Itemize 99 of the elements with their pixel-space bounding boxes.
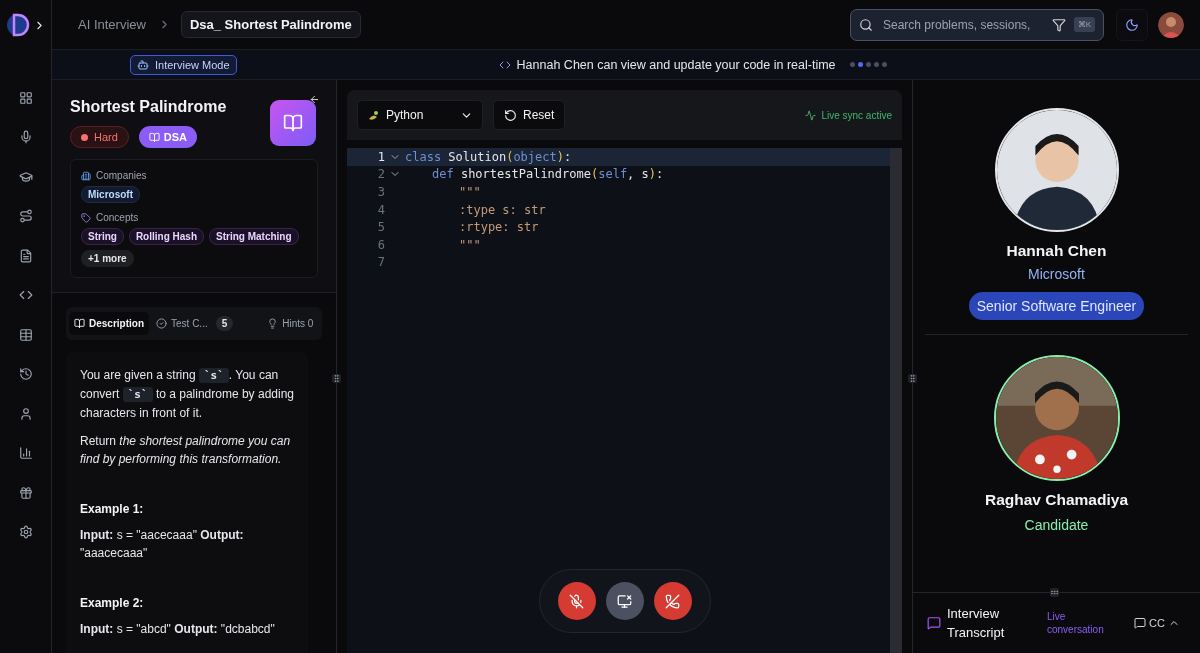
companies-label: Companies — [96, 170, 147, 181]
sync-banner-text: Hannah Chen can view and update your code in real-time — [516, 57, 836, 72]
code-line: """ — [459, 185, 481, 199]
participant-name: Raghav Chamadiya — [985, 491, 1128, 509]
chat-icon — [927, 616, 941, 630]
participant-company: Microsoft — [1028, 266, 1085, 282]
code-line: class Solution(object): — [405, 149, 572, 164]
page-dot[interactable] — [849, 62, 855, 67]
page-dot[interactable] — [865, 62, 871, 67]
example-heading: Example 2: — [80, 596, 145, 610]
gift-icon[interactable] — [18, 485, 33, 500]
table-icon[interactable] — [18, 327, 33, 342]
language-select[interactable]: Python — [357, 100, 483, 130]
logo-icon[interactable] — [5, 12, 31, 38]
scrollbar[interactable] — [890, 148, 902, 653]
tab[interactable]: Description — [69, 312, 149, 335]
more-tags-button[interactable]: +1 more — [81, 250, 134, 267]
breadcrumb-link[interactable]: AI Interview — [78, 17, 146, 32]
shortcut-hint: ⌘K — [1073, 17, 1095, 32]
search-icon — [859, 17, 873, 32]
book-icon — [283, 113, 303, 133]
arrow-left-icon — [309, 94, 320, 105]
microphone-icon[interactable] — [18, 130, 33, 144]
participant-role: Senior Software Engineer — [968, 292, 1145, 320]
theme-toggle-button[interactable] — [1116, 8, 1148, 41]
tab[interactable]: Test C... 5 — [151, 310, 239, 337]
line-number: 5 — [376, 220, 385, 235]
route-icon[interactable] — [18, 209, 33, 223]
history-icon[interactable] — [18, 367, 33, 381]
avatar[interactable] — [1158, 11, 1184, 38]
code-line: def shortestPalindrome(self, s): — [432, 167, 664, 182]
concept-tag: String — [81, 228, 124, 245]
description-paragraph: Input: s = "aacecaaa" Output: "aaacecaaa" — [80, 527, 245, 562]
phone-off-icon — [665, 593, 680, 609]
line-number: 4 — [376, 202, 385, 217]
problem-title: Shortest Palindrome — [70, 98, 227, 116]
line-number: 6 — [376, 237, 385, 252]
code-line: """ — [459, 237, 481, 252]
category-badge: DSA — [138, 126, 198, 148]
line-number: 1 — [376, 149, 385, 164]
snake-icon — [367, 108, 380, 122]
lightbulb-icon — [267, 318, 279, 329]
book-icon — [74, 318, 85, 329]
dashboard-icon[interactable] — [18, 90, 33, 105]
description-paragraph: Return the shortest palindrome you can find by performing this transformation. — [80, 433, 292, 468]
robot-icon — [137, 58, 149, 71]
line-number: 7 — [376, 255, 385, 270]
resize-handle[interactable] — [332, 374, 341, 383]
filter-icon[interactable] — [1051, 17, 1066, 32]
screen-off-icon — [617, 593, 632, 609]
sync-status: Live sync active — [821, 109, 892, 121]
page-dot[interactable] — [873, 62, 879, 67]
user-icon[interactable] — [18, 406, 33, 421]
search-bar[interactable]: Search problems, sessions, ⌘K — [850, 8, 1104, 41]
breadcrumb-current: Dsa_ Shortest Palindrome — [180, 11, 361, 38]
collapse-button[interactable] — [309, 94, 320, 105]
screen-share-button[interactable] — [605, 582, 644, 620]
tab[interactable]: Hints 0 — [262, 312, 319, 335]
activity-icon — [805, 109, 817, 121]
hang-up-button[interactable] — [653, 582, 692, 620]
code-editor[interactable]: 1 class Solution(object): 2 def shortestPalindrome(self, s): 3 """ 4 :type s: str 5 :rtype: str 6 """ 7 — [347, 148, 902, 653]
graduation-cap-icon[interactable] — [18, 169, 33, 184]
example-heading: Example 1: — [80, 502, 145, 516]
building-icon — [81, 170, 91, 181]
difficulty-badge: Hard — [70, 126, 129, 148]
company-tag: Microsoft — [81, 186, 140, 203]
concept-tag: String Matching — [209, 228, 299, 245]
page-dot[interactable] — [857, 62, 863, 67]
description-paragraph: You are given a string `s` . You can convert `s` to a palindrome by adding characters in front of it. — [80, 367, 294, 422]
document-icon[interactable] — [18, 248, 33, 263]
captions-button[interactable]: CC — [1128, 616, 1186, 630]
reset-button[interactable]: Reset — [493, 100, 566, 130]
description-paragraph: Input: s = "abcd" Output: "dcbabcd" — [80, 621, 276, 638]
bar-chart-icon[interactable] — [18, 446, 33, 460]
participant-role: Candidate — [1024, 517, 1089, 533]
code-icon[interactable] — [18, 288, 33, 302]
resize-handle[interactable] — [1050, 588, 1059, 597]
interview-mode-badge: Interview Mode — [130, 54, 237, 75]
transcript-status: Live conversation — [1047, 610, 1105, 636]
code-line: :rtype: str — [459, 220, 539, 235]
reset-icon — [504, 108, 517, 122]
settings-icon[interactable] — [18, 525, 33, 539]
check-circle-icon — [156, 318, 167, 329]
moon-icon — [1125, 17, 1139, 32]
transcript-title: Interview Transcript — [947, 605, 1006, 642]
resize-handle[interactable] — [908, 374, 917, 383]
mute-microphone-button[interactable] — [557, 582, 596, 620]
book-icon — [148, 131, 160, 143]
microphone-off-icon — [569, 593, 584, 609]
participant-name: Hannah Chen — [1006, 242, 1107, 260]
line-number: 3 — [376, 185, 385, 199]
search-field[interactable]: Search problems, sessions, — [881, 16, 1044, 33]
concepts-label: Concepts — [96, 212, 139, 223]
concept-tag: Rolling Hash — [128, 228, 204, 245]
tag-icon — [81, 212, 91, 223]
code-line: :type s: str — [459, 202, 546, 217]
line-number: 2 — [376, 167, 385, 182]
chat-icon — [1134, 617, 1147, 629]
page-dot[interactable] — [881, 62, 887, 67]
